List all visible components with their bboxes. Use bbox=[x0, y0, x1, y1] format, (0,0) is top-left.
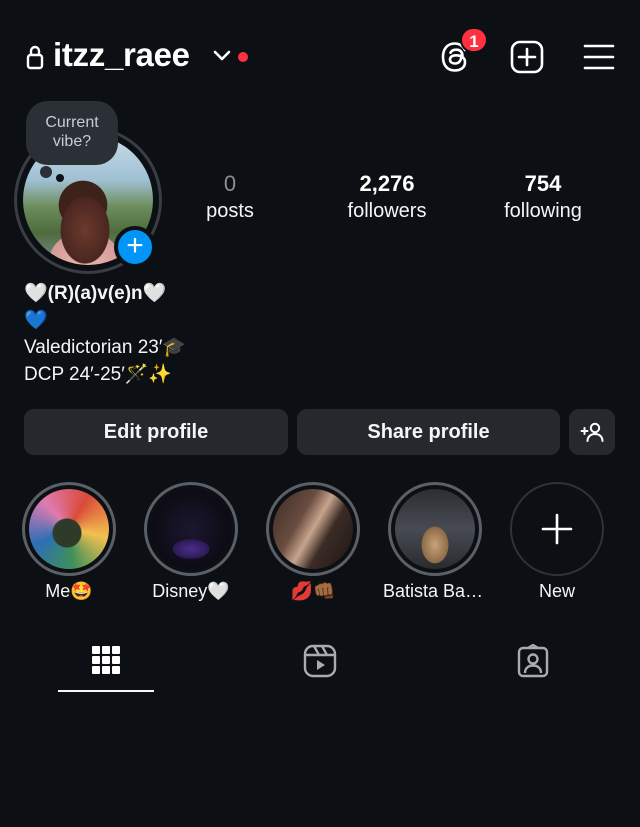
tab-reels[interactable] bbox=[272, 644, 368, 694]
new-highlight-ring bbox=[510, 482, 604, 576]
highlight-ring bbox=[144, 482, 238, 576]
following-label: following bbox=[504, 200, 582, 222]
live-dot bbox=[238, 52, 248, 62]
followers-stat[interactable]: 2,276 followers bbox=[312, 170, 462, 224]
add-person-icon bbox=[580, 422, 604, 442]
posts-count: 0 bbox=[223, 171, 237, 196]
create-post-icon[interactable] bbox=[510, 40, 544, 74]
highlight-label: Batista Bari... bbox=[383, 581, 487, 601]
followers-count: 2,276 bbox=[359, 171, 415, 196]
share-profile-button[interactable]: Share profile bbox=[297, 409, 560, 455]
highlight-label: Disney🤍 bbox=[152, 581, 230, 601]
following-stat[interactable]: 754 following bbox=[468, 170, 618, 224]
reels-icon bbox=[303, 644, 337, 678]
bio-line: 💙 bbox=[24, 310, 48, 331]
highlight-item[interactable]: Me🤩 bbox=[20, 482, 118, 602]
highlight-ring bbox=[22, 482, 116, 576]
highlight-ring bbox=[388, 482, 482, 576]
tab-grid[interactable] bbox=[58, 644, 154, 694]
vibe-bubble-tail bbox=[40, 166, 52, 178]
current-vibe-bubble[interactable]: Current vibe? bbox=[26, 101, 118, 165]
tagged-person-icon bbox=[517, 643, 549, 678]
highlight-label: 💋👊🏾 bbox=[290, 581, 336, 601]
notification-badge: 1 bbox=[460, 27, 488, 53]
tab-tagged[interactable] bbox=[485, 643, 581, 694]
menu-icon[interactable] bbox=[582, 40, 616, 74]
highlight-cover bbox=[273, 489, 353, 569]
highlight-cover bbox=[29, 489, 109, 569]
discover-people-button[interactable] bbox=[569, 409, 615, 455]
profile-bio: 🤍(R)(a)v(e)n🤍 💙 Valedictorian 23′🎓 DCP 2… bbox=[24, 280, 186, 388]
lock-icon bbox=[26, 45, 44, 70]
grid-icon bbox=[92, 646, 120, 674]
edit-profile-button[interactable]: Edit profile bbox=[24, 409, 288, 455]
bio-line: Valedictorian 23′🎓 bbox=[24, 337, 187, 358]
vibe-bubble-tail-small bbox=[56, 174, 64, 182]
add-story-button[interactable]: + bbox=[114, 226, 156, 268]
plus-icon bbox=[541, 513, 573, 545]
active-tab-indicator bbox=[58, 690, 154, 692]
chevron-down-icon[interactable] bbox=[212, 48, 232, 64]
username-switcher[interactable]: itzz_raee bbox=[53, 36, 190, 74]
highlight-item[interactable]: Batista Bari... bbox=[383, 482, 487, 602]
posts-label: posts bbox=[206, 200, 254, 222]
highlight-item[interactable]: 💋👊🏾 bbox=[264, 482, 362, 602]
posts-stat[interactable]: 0 posts bbox=[155, 170, 305, 224]
highlight-ring bbox=[266, 482, 360, 576]
bio-line: DCP 24′-25′🪄✨ bbox=[24, 364, 173, 385]
highlight-item[interactable]: Disney🤍 bbox=[142, 482, 240, 602]
new-highlight-button[interactable]: New bbox=[508, 482, 606, 602]
highlight-cover bbox=[395, 489, 475, 569]
following-count: 754 bbox=[524, 171, 562, 196]
highlight-label: Me🤩 bbox=[45, 581, 93, 601]
highlight-label: New bbox=[538, 581, 575, 601]
followers-label: followers bbox=[347, 200, 427, 222]
profile-tabs bbox=[0, 630, 640, 694]
highlight-cover bbox=[151, 489, 231, 569]
display-name: 🤍(R)(a)v(e)n🤍 bbox=[24, 283, 167, 304]
